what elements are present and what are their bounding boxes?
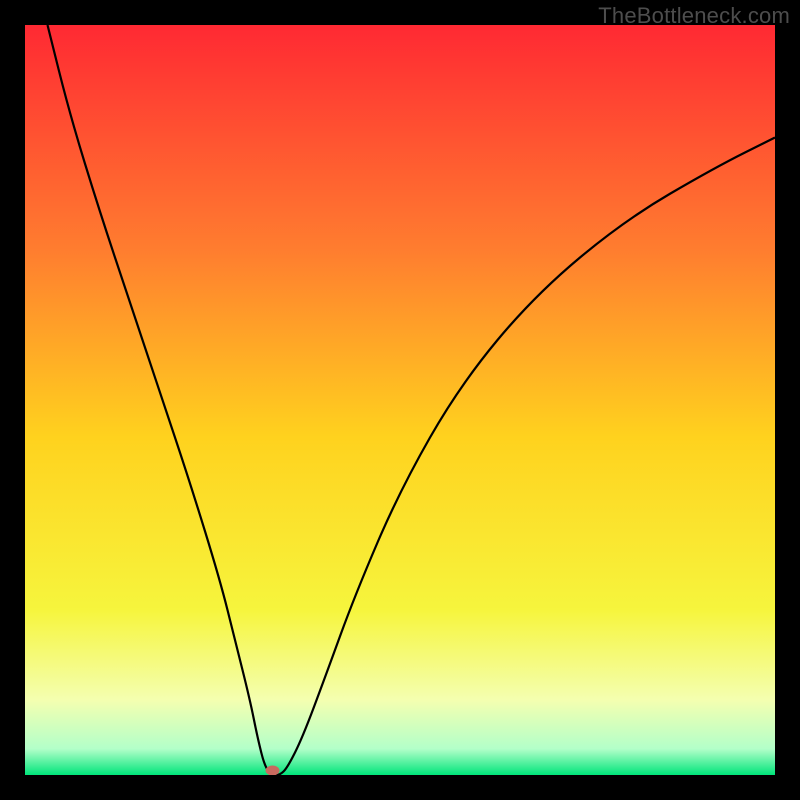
chart-frame: TheBottleneck.com: [0, 0, 800, 800]
watermark-text: TheBottleneck.com: [598, 3, 790, 29]
gradient-background: [25, 25, 775, 775]
plot-area: [25, 25, 775, 775]
bottleneck-chart: [25, 25, 775, 775]
